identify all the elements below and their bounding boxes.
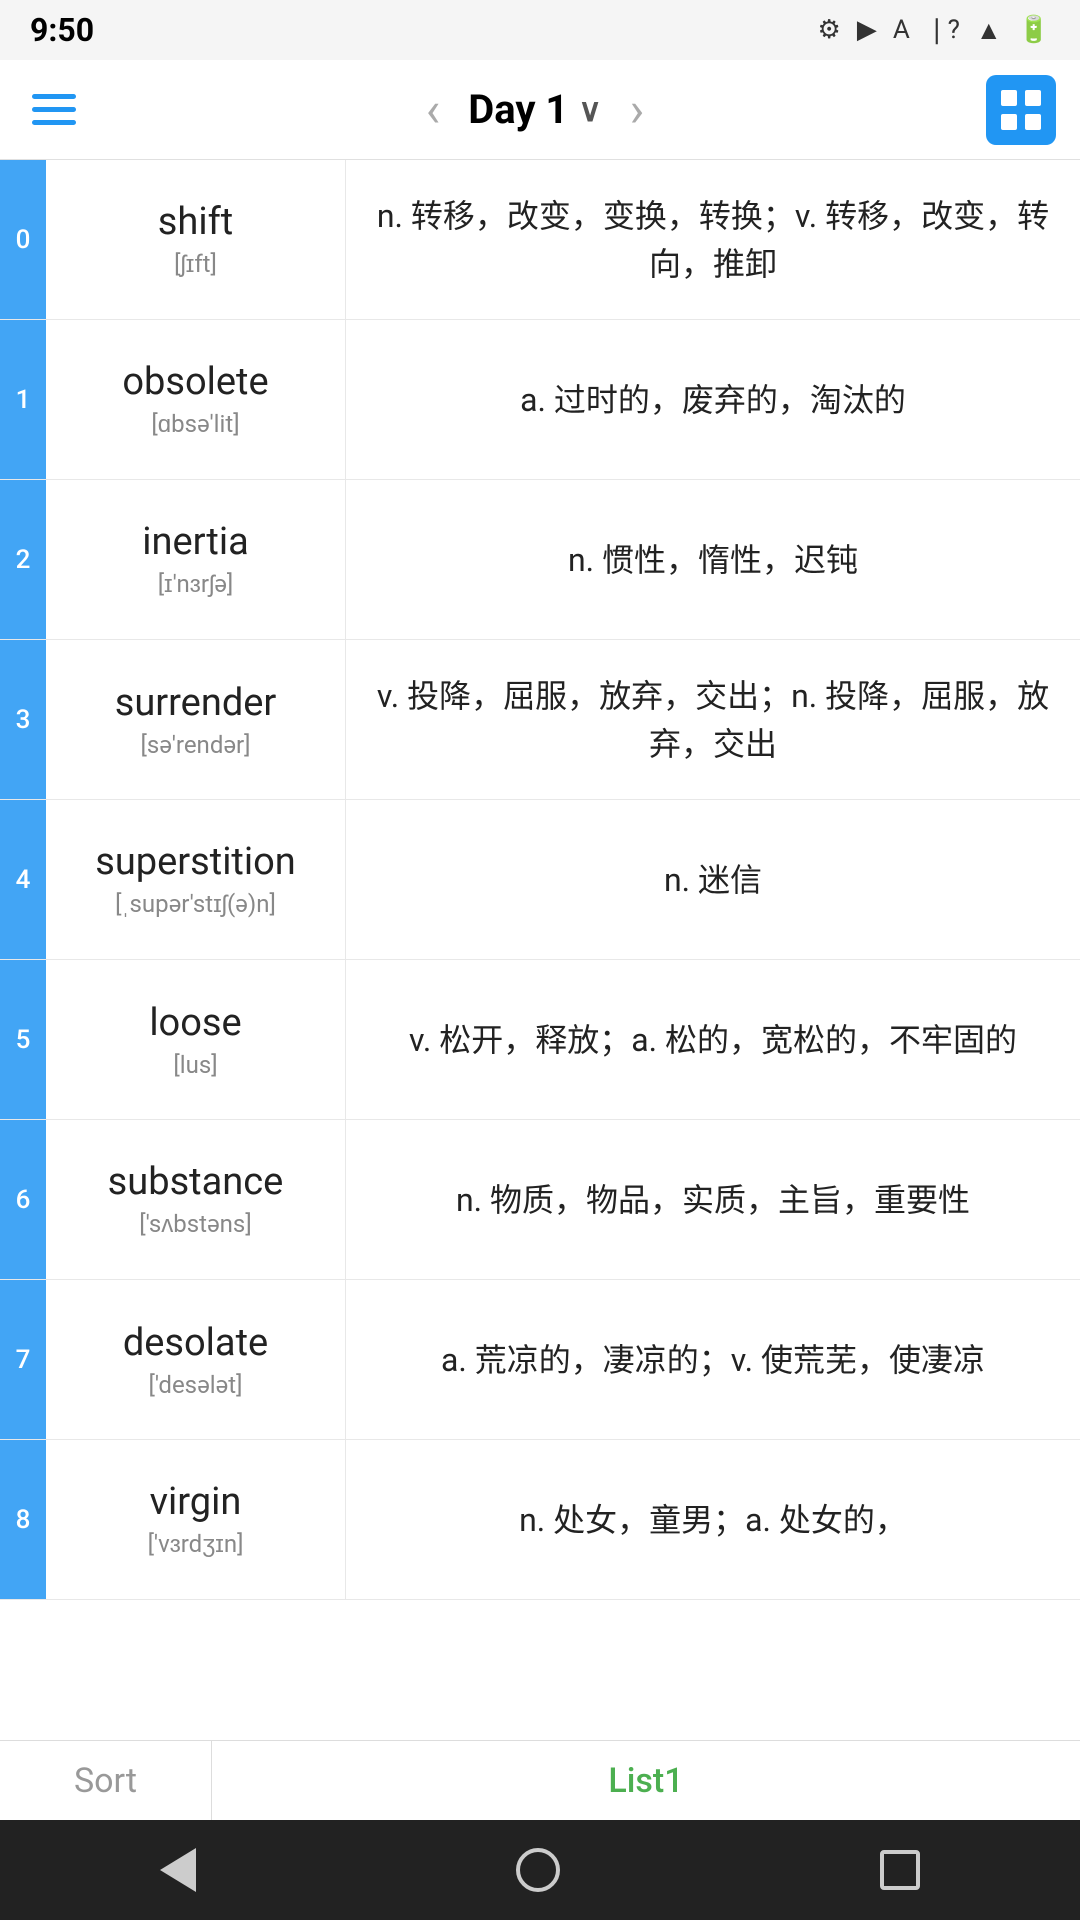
word-definition: a. 过时的，废弃的，淘汰的 (346, 320, 1080, 479)
day-title-label: Day 1 (468, 86, 568, 133)
table-row[interactable]: 3 surrender [sə'rendər] v. 投降，屈服，放弃，交出；n… (0, 640, 1080, 800)
font-icon: A (893, 15, 910, 45)
word-english: surrender (115, 681, 277, 725)
vocab-list-container: 0 shift [ʃɪft] n. 转移，改变，变换，转换；v. 转移，改变，转… (0, 160, 1080, 1740)
table-row[interactable]: 8 virgin ['vɜrdʒɪn] n. 处女，童男；a. 处女的， (0, 1440, 1080, 1600)
word-index: 7 (0, 1280, 46, 1439)
word-cell: substance ['sʌbstəns] (46, 1120, 346, 1279)
word-english: virgin (150, 1480, 242, 1524)
status-icons: ⚙ ▶ A ❘? ▲ 🔋 (818, 15, 1050, 46)
word-definition: n. 转移，改变，变换，转换；v. 转移，改变，转向，推卸 (346, 160, 1080, 319)
bottom-tab-bar: Sort List1 (0, 1740, 1080, 1820)
word-index: 3 (0, 640, 46, 799)
table-row[interactable]: 4 superstition [ˌsupər'stɪʃ(ə)n] n. 迷信 (0, 800, 1080, 960)
play-icon: ▶ (857, 15, 877, 45)
word-cell: loose [lus] (46, 960, 346, 1119)
recents-icon (880, 1850, 920, 1890)
next-day-button[interactable]: › (618, 81, 656, 138)
word-definition: n. 惯性，惰性，迟钝 (346, 480, 1080, 639)
word-phonetic: [ʃɪft] (174, 250, 217, 279)
word-definition: a. 荒凉的，凄凉的；v. 使荒芜，使凄凉 (346, 1280, 1080, 1439)
home-button[interactable] (516, 1848, 560, 1892)
back-button[interactable] (160, 1848, 196, 1892)
word-phonetic: ['vɜrdʒɪn] (148, 1530, 244, 1559)
word-phonetic: ['desələt] (149, 1371, 243, 1399)
word-cell: virgin ['vɜrdʒɪn] (46, 1440, 346, 1599)
word-english: desolate (123, 1321, 268, 1365)
word-phonetic: [ˌsupər'stɪʃ(ə)n] (115, 890, 276, 919)
word-index: 8 (0, 1440, 46, 1599)
table-row[interactable]: 6 substance ['sʌbstəns] n. 物质，物品，实质，主旨，重… (0, 1120, 1080, 1280)
table-row[interactable]: 5 loose [lus] v. 松开，释放；a. 松的，宽松的，不牢固的 (0, 960, 1080, 1120)
word-english: inertia (142, 520, 249, 564)
grid-view-button[interactable] (986, 75, 1056, 145)
word-cell: obsolete [ɑbsə'lit] (46, 320, 346, 479)
word-index: 4 (0, 800, 46, 959)
word-index: 5 (0, 960, 46, 1119)
word-index: 2 (0, 480, 46, 639)
vocab-list: 0 shift [ʃɪft] n. 转移，改变，变换，转换；v. 转移，改变，转… (0, 160, 1080, 1600)
word-index: 0 (0, 160, 46, 319)
list1-tab[interactable]: List1 (212, 1741, 1080, 1820)
word-english: shift (158, 200, 233, 244)
word-cell: surrender [sə'rendər] (46, 640, 346, 799)
android-nav-bar (0, 1820, 1080, 1920)
word-cell: shift [ʃɪft] (46, 160, 346, 319)
word-cell: desolate ['desələt] (46, 1280, 346, 1439)
recents-button[interactable] (880, 1850, 920, 1890)
table-row[interactable]: 1 obsolete [ɑbsə'lit] a. 过时的，废弃的，淘汰的 (0, 320, 1080, 480)
home-icon (516, 1848, 560, 1892)
word-index: 1 (0, 320, 46, 479)
wifi-icon: ❘? (926, 15, 960, 45)
status-bar: 9:50 ⚙ ▶ A ❘? ▲ 🔋 (0, 0, 1080, 60)
table-row[interactable]: 0 shift [ʃɪft] n. 转移，改变，变换，转换；v. 转移，改变，转… (0, 160, 1080, 320)
signal-icon: ▲ (976, 15, 1002, 46)
prev-day-button[interactable]: ‹ (414, 81, 452, 138)
chevron-down-icon: ∨ (578, 91, 601, 129)
word-definition: n. 处女，童男；a. 处女的， (346, 1440, 1080, 1599)
word-english: loose (149, 1001, 241, 1045)
word-phonetic: ['sʌbstəns] (139, 1210, 251, 1239)
word-definition: n. 迷信 (346, 800, 1080, 959)
word-english: substance (108, 1160, 284, 1204)
word-definition: v. 松开，释放；a. 松的，宽松的，不牢固的 (346, 960, 1080, 1119)
day-title[interactable]: Day 1 ∨ (468, 86, 602, 133)
word-english: obsolete (122, 360, 268, 404)
word-definition: v. 投降，屈服，放弃，交出；n. 投降，屈服，放弃，交出 (346, 640, 1080, 799)
word-english: superstition (95, 840, 296, 884)
word-index: 6 (0, 1120, 46, 1279)
nav-center: ‹ Day 1 ∨ › (414, 81, 656, 138)
word-definition: n. 物质，物品，实质，主旨，重要性 (346, 1120, 1080, 1279)
table-row[interactable]: 7 desolate ['desələt] a. 荒凉的，凄凉的；v. 使荒芜，… (0, 1280, 1080, 1440)
top-nav: ‹ Day 1 ∨ › (0, 60, 1080, 160)
status-time: 9:50 (30, 11, 94, 49)
hamburger-menu-button[interactable] (24, 86, 84, 133)
word-cell: inertia [ɪ'nɜrʃə] (46, 480, 346, 639)
battery-icon: 🔋 (1018, 15, 1050, 45)
table-row[interactable]: 2 inertia [ɪ'nɜrʃə] n. 惯性，惰性，迟钝 (0, 480, 1080, 640)
word-phonetic: [ɑbsə'lit] (151, 410, 239, 439)
word-phonetic: [lus] (173, 1051, 217, 1079)
sort-tab[interactable]: Sort (0, 1741, 212, 1820)
word-cell: superstition [ˌsupər'stɪʃ(ə)n] (46, 800, 346, 959)
back-icon (160, 1848, 196, 1892)
settings-icon: ⚙ (818, 15, 841, 45)
word-phonetic: [sə'rendər] (140, 731, 250, 759)
word-phonetic: [ɪ'nɜrʃə] (158, 570, 234, 599)
